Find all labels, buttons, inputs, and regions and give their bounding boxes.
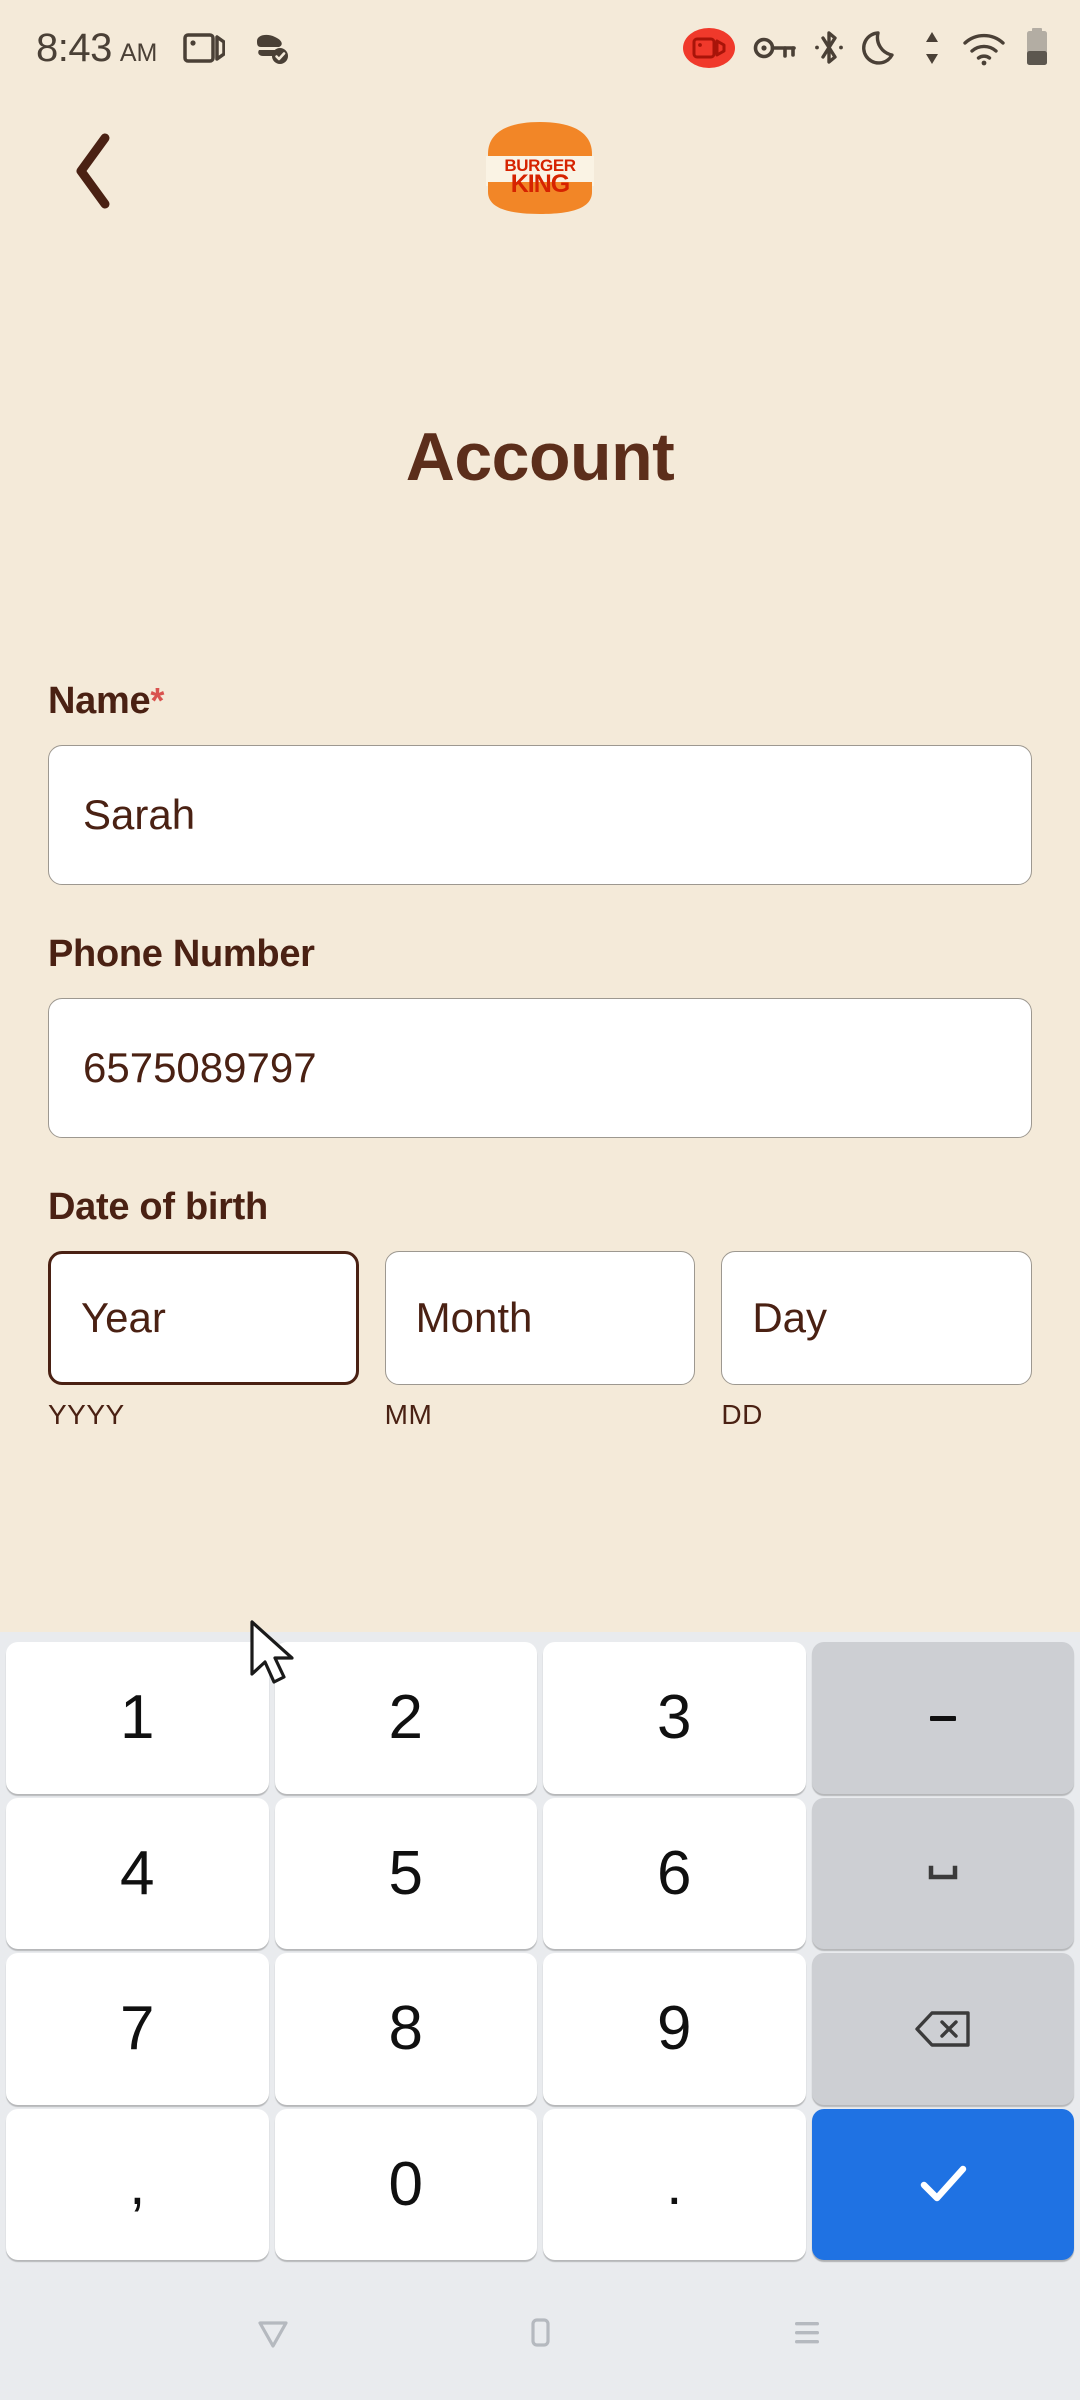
vpn-key-icon: [753, 37, 796, 59]
account-form: Name* Sarah Phone Number 6575089797 Date…: [0, 680, 1080, 1479]
keyboard-row: 4 5 6: [6, 1797, 1074, 1949]
dob-month-input[interactable]: Month: [384, 1251, 696, 1385]
data-transfer-icon: [926, 32, 938, 64]
phone-input[interactable]: 6575089797: [48, 998, 1032, 1138]
phone-label: Phone Number: [48, 933, 315, 975]
name-label: Name*: [48, 680, 1032, 723]
bluetooth-icon: [815, 31, 843, 64]
recents-nav-icon: [794, 2321, 819, 2343]
space-key[interactable]: [811, 1797, 1074, 1949]
space-icon: [928, 1866, 957, 1880]
phone-screen: 8:43 AM BURGER KING Account Name* Sarah …: [0, 0, 1080, 2400]
phone-field-group: Phone Number 6575089797: [48, 933, 1032, 1138]
nav-home-button[interactable]: [516, 2308, 564, 2361]
name-label-text: Name: [48, 680, 151, 722]
battery-icon: [1027, 28, 1047, 65]
key-6[interactable]: 6: [543, 1797, 806, 1949]
screen-record-icon: [183, 33, 226, 63]
status-clock: 8:43 AM: [36, 26, 157, 71]
backspace-key[interactable]: [811, 1953, 1074, 2105]
burger-king-logo[interactable]: BURGER KING: [480, 120, 600, 216]
status-ampm: AM: [119, 38, 158, 67]
backspace-icon: [915, 2011, 970, 2047]
key-period[interactable]: .: [543, 2108, 806, 2260]
name-input-value: Sarah: [83, 791, 196, 838]
dob-row: Year YYYY Month MM Day DD: [48, 1251, 1033, 1431]
dob-year-placeholder: Year: [81, 1294, 166, 1341]
enter-key[interactable]: [811, 2108, 1074, 2260]
key-comma[interactable]: ,: [6, 2108, 269, 2260]
back-nav-icon: [258, 2320, 288, 2348]
name-input[interactable]: Sarah: [48, 745, 1032, 885]
status-bar-right: [682, 25, 1050, 71]
keyboard-row: 1 2 3: [6, 1642, 1074, 1794]
back-button[interactable]: [38, 116, 148, 226]
key-9[interactable]: 9: [543, 1953, 806, 2105]
key-0[interactable]: 0: [274, 2108, 537, 2260]
dob-day-placeholder: Day: [752, 1294, 828, 1341]
required-asterisk: *: [150, 680, 165, 721]
minus-icon: [929, 1715, 956, 1721]
nav-recents-button[interactable]: [783, 2308, 831, 2361]
dob-month-placeholder: Month: [415, 1294, 533, 1341]
dob-year-cell: Year YYYY: [48, 1251, 359, 1431]
home-nav-icon: [531, 2317, 550, 2347]
dob-field-group: Date of birth Year YYYY Month MM Day DD: [48, 1186, 1033, 1431]
key-1[interactable]: 1: [6, 1642, 269, 1794]
chevron-left-icon: [76, 133, 110, 209]
vpn-shield-check-icon: [257, 34, 289, 64]
status-bar-left: 8:43 AM: [36, 26, 293, 71]
key-2[interactable]: 2: [274, 1642, 537, 1794]
do-not-disturb-moon-icon: [862, 31, 894, 65]
dob-year-hint: YYYY: [48, 1399, 125, 1430]
keyboard-row: 7 8 9: [6, 1953, 1074, 2105]
screen-recording-active-icon: [683, 28, 735, 68]
dob-day-input[interactable]: Day: [721, 1251, 1033, 1385]
checkmark-icon: [920, 2166, 966, 2202]
phone-input-value: 6575089797: [83, 1044, 317, 1091]
key-4[interactable]: 4: [6, 1797, 269, 1949]
system-nav-bar: [0, 2268, 1080, 2400]
key-5[interactable]: 5: [274, 1797, 537, 1949]
key-7[interactable]: 7: [6, 1953, 269, 2105]
keyboard-row: , 0 .: [6, 2108, 1074, 2260]
app-header: BURGER KING: [0, 96, 1080, 246]
dob-day-cell: Day DD: [721, 1251, 1033, 1431]
key-8[interactable]: 8: [274, 1953, 537, 2105]
status-time: 8:43: [36, 25, 112, 70]
numeric-keyboard: 1 2 3 4 5 6 7 8 9 , 0 .: [0, 1632, 1080, 2268]
dob-month-hint: MM: [384, 1399, 433, 1430]
minus-key[interactable]: [811, 1642, 1074, 1794]
name-field-group: Name* Sarah: [48, 680, 1032, 885]
nav-back-button[interactable]: [249, 2308, 297, 2361]
dob-year-input[interactable]: Year: [48, 1251, 359, 1385]
dob-label: Date of birth: [48, 1186, 268, 1228]
svg-text:KING: KING: [511, 170, 570, 198]
dob-day-hint: DD: [721, 1399, 763, 1430]
page-title: Account: [405, 419, 675, 495]
key-3[interactable]: 3: [543, 1642, 806, 1794]
dob-month-cell: Month MM: [384, 1251, 696, 1431]
status-bar: 8:43 AM: [0, 0, 1080, 96]
wifi-icon: [963, 33, 1005, 66]
